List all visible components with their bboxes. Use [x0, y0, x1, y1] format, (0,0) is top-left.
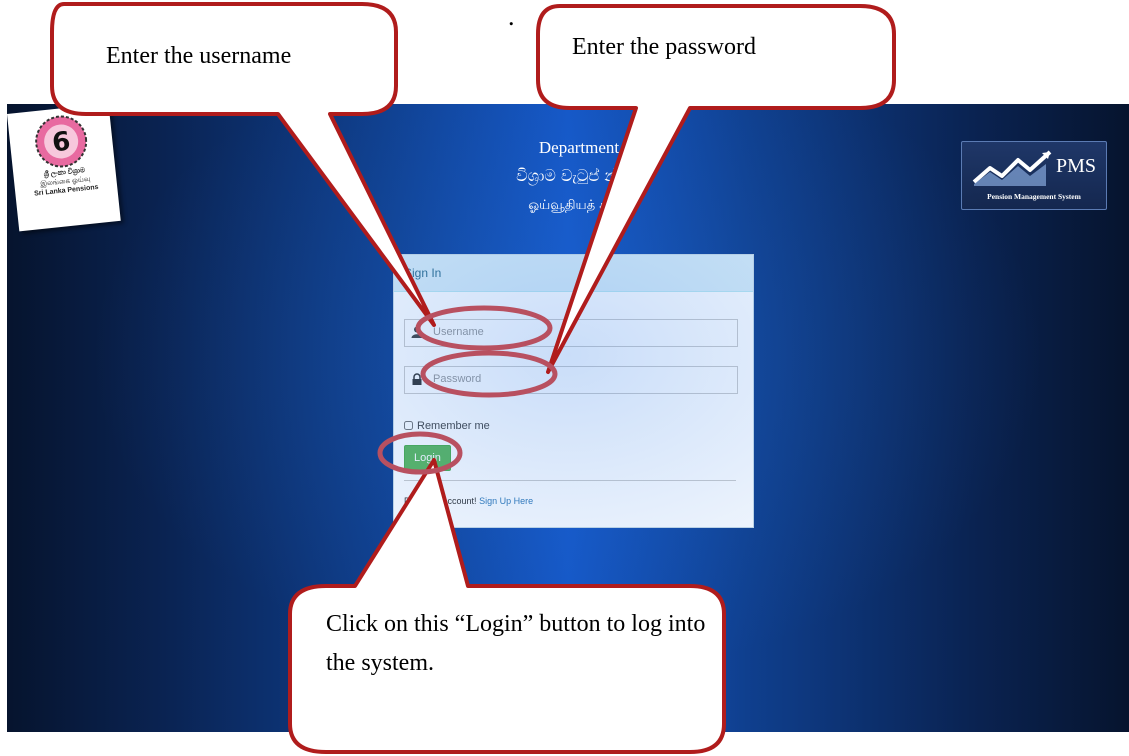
remember-me-label: Remember me	[417, 420, 490, 432]
signup-prefix: Do ve an account!	[404, 496, 477, 506]
remember-me-row[interactable]: Remember me	[404, 420, 490, 432]
pensions-emblem-icon: 6	[35, 115, 88, 168]
password-field[interactable]	[404, 366, 738, 394]
sign-up-link[interactable]: Sign Up Here	[479, 496, 533, 506]
sign-in-panel: Sign In Remember me Login Do ve an accou…	[393, 254, 754, 528]
signup-row: Do ve an account! Sign Up Here	[404, 496, 533, 506]
svg-text:6: 6	[51, 127, 72, 159]
lock-icon	[412, 373, 422, 385]
username-input[interactable]	[433, 320, 723, 344]
password-callout-text: Enter the password	[572, 34, 756, 60]
pms-title: PMS	[1056, 155, 1097, 177]
user-icon	[411, 326, 423, 338]
sign-in-header: Sign In	[394, 255, 753, 292]
login-callout-text: Click on this “Login” button to log into…	[326, 611, 706, 676]
sri-lanka-pensions-logo: 6 ශ්‍රී ලංකා විශ්‍රාම இலங்கை ஓய்வு Sri L…	[7, 104, 121, 232]
pms-logo: PMS Pension Management System	[961, 141, 1107, 210]
divider	[404, 480, 736, 481]
login-button[interactable]: Login	[404, 445, 451, 471]
pms-subtitle: Pension Management System	[987, 192, 1081, 201]
department-title-tamil: ஓய்வூதியத் களம்	[528, 198, 630, 213]
department-title-english: Department	[538, 138, 620, 157]
pms-chart-icon	[972, 150, 1052, 186]
username-field[interactable]	[404, 319, 738, 347]
username-callout-text: Enter the username	[106, 43, 292, 69]
password-input[interactable]	[433, 367, 723, 391]
department-title-sinhala: විශ්‍රාම වැටුප් න්තුව	[516, 166, 642, 185]
stray-dot: .	[508, 2, 515, 31]
remember-me-checkbox[interactable]	[404, 421, 413, 430]
